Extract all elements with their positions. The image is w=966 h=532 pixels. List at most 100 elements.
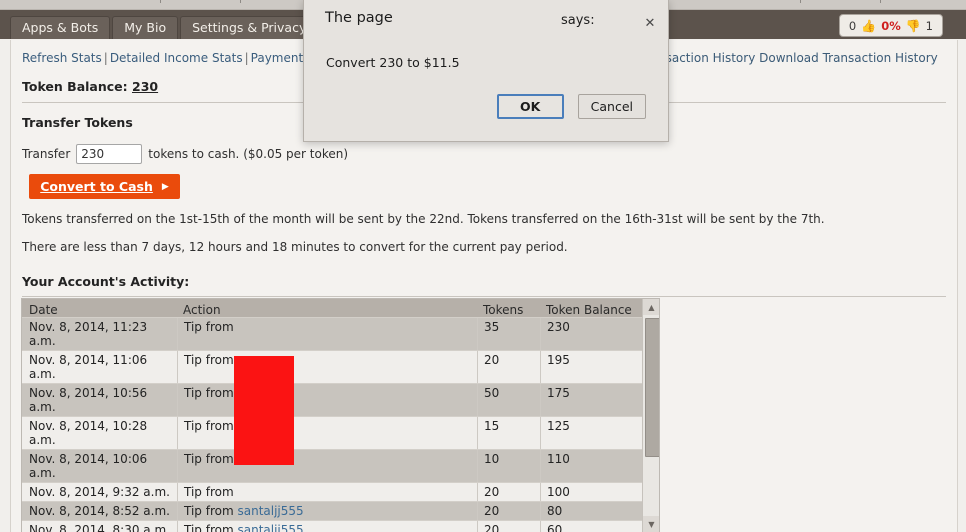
dialog-title-left: The page <box>325 10 393 26</box>
thumbs-down-icon[interactable]: 👎 <box>906 19 921 33</box>
table-row: Nov. 8, 2014, 11:23 a.m. Tip from 35 230 <box>22 318 659 351</box>
cell-action: Tip from <box>177 450 477 482</box>
cell-action: Tip from <box>177 351 477 383</box>
dialog-header: The page says: ✕ <box>304 10 668 34</box>
link-refresh-stats[interactable]: Refresh Stats <box>22 51 102 65</box>
link-detailed-income-stats[interactable]: Detailed Income Stats <box>110 51 243 65</box>
cell-tokens: 35 <box>477 318 540 350</box>
scroll-up-arrow-icon[interactable]: ▲ <box>643 299 659 315</box>
action-prefix: Tip from <box>184 504 234 518</box>
cell-token-balance: 195 <box>540 351 640 383</box>
action-prefix: Tip from <box>184 419 234 433</box>
ok-button[interactable]: OK <box>496 94 564 119</box>
action-prefix: Tip from <box>184 353 234 367</box>
scroll-down-arrow-icon[interactable]: ▼ <box>643 516 659 532</box>
dialog-title-right: says: <box>561 13 595 28</box>
table-row: Nov. 8, 2014, 8:52 a.m. Tip from santaljj… <box>22 502 659 521</box>
cell-token-balance: 60 <box>540 521 640 532</box>
table-row: Nov. 8, 2014, 11:06 a.m. Tip from 20 195 <box>22 351 659 384</box>
column-header-tokens: Tokens <box>483 303 524 317</box>
cell-action: Tip from santaljj555 <box>177 502 477 520</box>
account-activity-table: Date Action Tokens Token Balance Nov. 8,… <box>21 298 660 532</box>
nav-separator-1: | <box>103 51 108 65</box>
activity-section-title: Your Account's Activity: <box>22 274 190 289</box>
tipper-username-link[interactable]: santaljj555 <box>237 504 303 518</box>
token-balance-label: Token Balance: <box>22 79 128 94</box>
cell-tokens: 15 <box>477 417 540 449</box>
transfer-amount-input[interactable] <box>76 144 143 164</box>
transfer-schedule-note: Tokens transferred on the 1st-15th of th… <box>22 212 825 226</box>
cell-tokens: 20 <box>477 502 540 520</box>
cell-token-balance: 125 <box>540 417 640 449</box>
divider-activity <box>22 296 946 297</box>
cell-date: Nov. 8, 2014, 10:28 a.m. <box>29 419 148 447</box>
table-row: Nov. 8, 2014, 10:06 a.m. Tip from 10 110 <box>22 450 659 483</box>
table-row: Nov. 8, 2014, 10:28 a.m. Tip from 15 125 <box>22 417 659 450</box>
rating-widget[interactable]: 0 👍 0% 👎 1 <box>838 14 943 37</box>
column-header-token-balance: Token Balance <box>546 303 632 317</box>
convert-to-cash-button[interactable]: Convert to Cash ▶ <box>29 174 180 199</box>
action-prefix: Tip from <box>184 320 234 334</box>
cell-date: Nov. 8, 2014, 9:32 a.m. <box>29 485 170 499</box>
tab-settings-and-privacy[interactable]: Settings & Privacy <box>180 16 319 39</box>
cell-tokens: 20 <box>477 483 540 501</box>
tipper-username-link[interactable]: santaljj555 <box>237 523 303 532</box>
tab-my-bio[interactable]: My Bio <box>112 16 179 39</box>
action-prefix: Tip from <box>184 485 234 499</box>
action-prefix: Tip from <box>184 452 234 466</box>
cell-tokens: 50 <box>477 384 540 416</box>
transfer-suffix-label: tokens to cash. ($0.05 per token) <box>148 147 349 161</box>
cancel-button[interactable]: Cancel <box>577 94 646 119</box>
cell-token-balance: 80 <box>540 502 640 520</box>
transfer-prefix-label: Transfer <box>22 147 71 161</box>
redaction-overlay <box>234 356 294 465</box>
rating-down-count: 1 <box>925 18 933 33</box>
tab-apps-and-bots[interactable]: Apps & Bots <box>10 16 111 39</box>
column-header-action: Action <box>183 303 221 317</box>
cell-date: Nov. 8, 2014, 11:23 a.m. <box>29 320 148 348</box>
close-icon[interactable]: ✕ <box>642 15 658 31</box>
transaction-history-links[interactable]: nsaction History Download Transaction Hi… <box>658 51 938 65</box>
cell-token-balance: 110 <box>540 450 640 482</box>
javascript-alert-dialog: The page says: ✕ Convert 230 to $11.5 OK… <box>303 0 669 142</box>
dialog-message-text: Convert 230 to $11.5 <box>326 55 460 70</box>
cell-token-balance: 230 <box>540 318 640 350</box>
thumbs-up-icon[interactable]: 👍 <box>861 19 876 33</box>
cell-token-balance: 175 <box>540 384 640 416</box>
cell-tokens: 10 <box>477 450 540 482</box>
convert-button-label: Convert to Cash <box>40 179 153 194</box>
cell-date: Nov. 8, 2014, 8:30 a.m. <box>29 523 170 532</box>
action-prefix: Tip from <box>184 523 234 532</box>
cell-action: Tip from <box>177 318 477 350</box>
column-header-date: Date <box>29 303 58 317</box>
cell-tokens: 20 <box>477 351 540 383</box>
table-header-row: Date Action Tokens Token Balance <box>22 299 659 318</box>
cell-date: Nov. 8, 2014, 10:06 a.m. <box>29 452 148 480</box>
transfer-tokens-title: Transfer Tokens <box>22 115 133 130</box>
cell-action: Tip from santaljj555 <box>177 521 477 532</box>
transfer-row: Transfer tokens to cash. ($0.05 per toke… <box>22 144 348 164</box>
pay-period-countdown-note: There are less than 7 days, 12 hours and… <box>22 240 568 254</box>
table-row: Nov. 8, 2014, 8:30 a.m. Tip from santaljj… <box>22 521 659 532</box>
rating-up-count: 0 <box>848 18 857 33</box>
chevron-right-icon: ▶ <box>161 181 169 192</box>
nav-separator-2: | <box>244 51 249 65</box>
table-row: Nov. 8, 2014, 10:56 a.m. Tip from 50 175 <box>22 384 659 417</box>
table-scrollbar[interactable]: ▲ ▼ <box>642 299 659 532</box>
rating-percent: 0% <box>881 18 901 33</box>
cell-action: Tip from <box>177 384 477 416</box>
cell-date: Nov. 8, 2014, 8:52 a.m. <box>29 504 170 518</box>
dialog-button-row: OK Cancel <box>496 94 646 119</box>
cell-action: Tip from <box>177 417 477 449</box>
table-row: Nov. 8, 2014, 9:32 a.m. Tip from 20 100 <box>22 483 659 502</box>
cell-date: Nov. 8, 2014, 11:06 a.m. <box>29 353 148 381</box>
cell-tokens: 20 <box>477 521 540 532</box>
cell-action: Tip from <box>177 483 477 501</box>
activity-rows-container: Nov. 8, 2014, 11:23 a.m. Tip from 35 230 Nov… <box>22 318 659 532</box>
action-prefix: Tip from <box>184 386 234 400</box>
cell-token-balance: 100 <box>540 483 640 501</box>
token-balance: Token Balance: 230 <box>22 79 158 94</box>
token-balance-value[interactable]: 230 <box>132 79 158 94</box>
cell-date: Nov. 8, 2014, 10:56 a.m. <box>29 386 148 414</box>
scrollbar-thumb[interactable] <box>645 318 659 457</box>
